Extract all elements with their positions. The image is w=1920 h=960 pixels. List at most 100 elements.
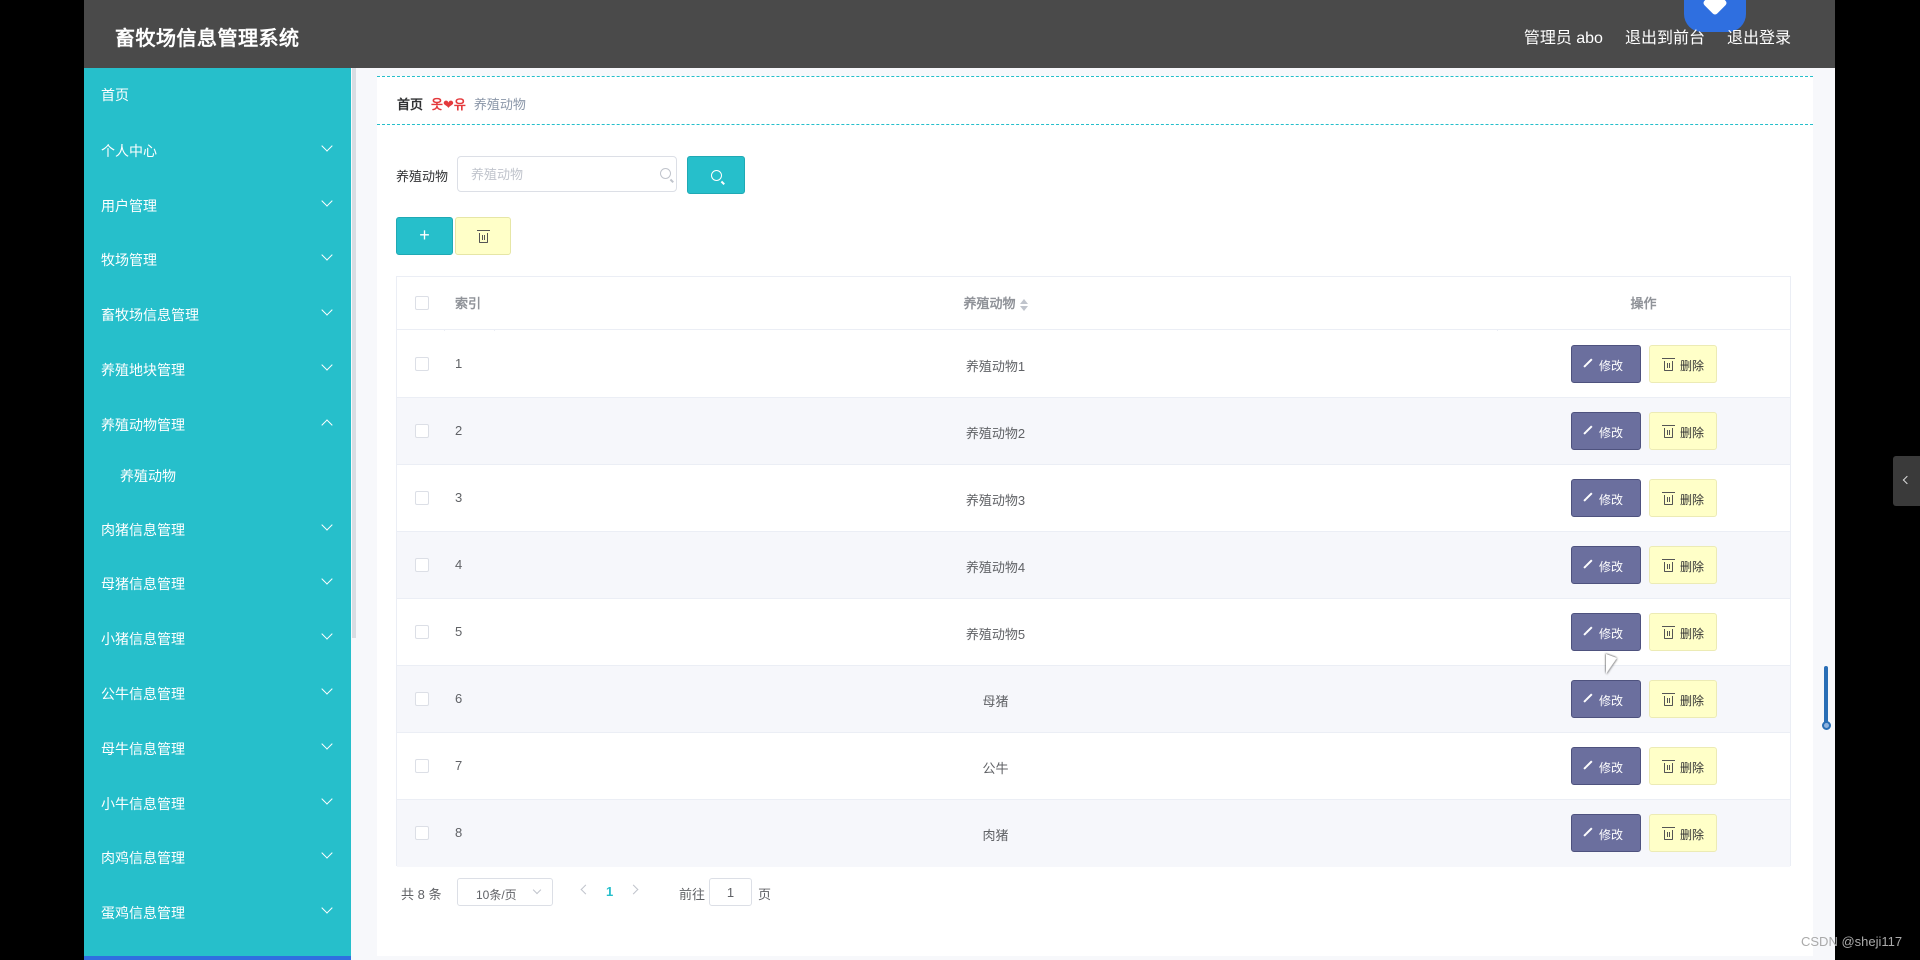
exit-to-front-link[interactable]: 退出到前台 <box>1625 24 1705 48</box>
batch-delete-button[interactable] <box>455 217 511 255</box>
edit-button[interactable]: 修改 <box>1571 613 1641 651</box>
sidebar-subitem-animals[interactable]: 养殖动物 <box>84 457 351 493</box>
delete-button[interactable]: 删除 <box>1649 680 1717 718</box>
edit-button[interactable]: 修改 <box>1571 479 1641 517</box>
cell-animal: 养殖动物2 <box>965 426 1026 441</box>
current-page-number[interactable]: 1 <box>606 884 613 899</box>
row-checkbox[interactable] <box>415 357 429 371</box>
cell-index: 8 <box>455 825 463 840</box>
edit-button[interactable]: 修改 <box>1571 345 1641 383</box>
sort-icon[interactable] <box>1019 298 1028 311</box>
delete-button[interactable]: 删除 <box>1649 412 1717 450</box>
trash-icon <box>1662 425 1675 438</box>
edit-button-label: 修改 <box>1599 761 1624 775</box>
app-title: 畜牧场信息管理系统 <box>115 28 300 50</box>
delete-button[interactable]: 删除 <box>1649 814 1717 852</box>
page-scrollbar-thumb[interactable] <box>1822 666 1831 732</box>
edit-button[interactable]: 修改 <box>1571 546 1641 584</box>
chevron-down-icon <box>321 359 333 371</box>
breadcrumb-home[interactable]: 首页 <box>397 94 423 113</box>
collapse-panel-tab[interactable] <box>1893 456 1920 506</box>
sidebar-item-meat-pig[interactable]: 肉猪信息管理 <box>84 509 351 549</box>
sidebar-item-bull[interactable]: 公牛信息管理 <box>84 673 351 713</box>
sidebar-scrollbar[interactable] <box>352 68 356 638</box>
header-actions: 操作 <box>1630 296 1657 311</box>
row-checkbox[interactable] <box>415 826 429 840</box>
sidebar-item-calf[interactable]: 小牛信息管理 <box>84 783 351 823</box>
header-animal[interactable]: 养殖动物 <box>494 277 1497 330</box>
trash-icon <box>1662 492 1675 505</box>
search-input[interactable] <box>457 156 677 192</box>
sidebar-item-cow[interactable]: 母牛信息管理 <box>84 728 351 768</box>
cell-animal: 肉猪 <box>982 828 1009 843</box>
edit-button[interactable]: 修改 <box>1571 680 1641 718</box>
pencil-icon <box>1585 626 1593 634</box>
next-page-icon[interactable] <box>628 884 639 895</box>
sidebar-item-animal-management[interactable]: 养殖动物管理 <box>84 404 351 444</box>
delete-button[interactable]: 删除 <box>1649 613 1717 651</box>
sidebar-item-personal-center[interactable]: 个人中心 <box>84 130 351 170</box>
sidebar-item-broiler[interactable]: 肉鸡信息管理 <box>84 837 351 877</box>
goto-page-input[interactable] <box>709 878 752 906</box>
pagination-total: 共 8 条 <box>401 887 442 902</box>
delete-button-label: 删除 <box>1680 359 1705 373</box>
sidebar-item-home[interactable]: 首页 <box>84 74 351 114</box>
select-all-checkbox[interactable] <box>415 296 429 310</box>
table-row: 7 公牛 修改 删除 <box>397 733 1790 800</box>
edit-button[interactable]: 修改 <box>1571 412 1641 450</box>
page-suffix-label: 页 <box>758 887 772 902</box>
pencil-icon <box>1585 693 1593 701</box>
edit-button-label: 修改 <box>1599 694 1624 708</box>
sidebar-item-piglet[interactable]: 小猪信息管理 <box>84 618 351 658</box>
sidebar-item-sow[interactable]: 母猪信息管理 <box>84 563 351 603</box>
sidebar-item-user-management[interactable]: 用户管理 <box>84 185 351 225</box>
pagination: 共 8 条 10条/页 1 前往 页 <box>396 878 996 906</box>
logout-link[interactable]: 退出登录 <box>1727 24 1791 48</box>
header-index: 索引 <box>455 296 482 311</box>
sidebar-item-farm-info-management[interactable]: 畜牧场信息管理 <box>84 294 351 334</box>
delete-button[interactable]: 删除 <box>1649 546 1717 584</box>
pencil-icon <box>1585 827 1593 835</box>
trash-icon <box>1662 559 1675 572</box>
data-table: 索引 养殖动物 操作 1 养殖动物1 修改 删除 2 养殖动物2 修改 删除 3… <box>396 276 1791 867</box>
edit-button[interactable]: 修改 <box>1571 814 1641 852</box>
delete-button[interactable]: 删除 <box>1649 345 1717 383</box>
trash-icon <box>1662 760 1675 773</box>
pencil-icon <box>1585 425 1593 433</box>
chevron-down-icon <box>321 683 333 695</box>
edit-button-label: 修改 <box>1599 828 1624 842</box>
delete-button[interactable]: 删除 <box>1649 479 1717 517</box>
sidebar-item-label: 母牛信息管理 <box>101 741 185 757</box>
cell-animal: 养殖动物4 <box>965 560 1026 575</box>
delete-button-label: 删除 <box>1680 560 1705 574</box>
page-size-value: 10条/页 <box>476 888 517 902</box>
scrollbar-handle-icon <box>1822 721 1831 730</box>
sidebar-item-label: 首页 <box>101 87 129 103</box>
search-button[interactable] <box>687 156 745 194</box>
goto-label: 前往 <box>679 887 706 902</box>
row-checkbox[interactable] <box>415 692 429 706</box>
sidebar-item-label: 养殖地块管理 <box>101 362 185 378</box>
sidebar: 首页 个人中心 用户管理 牧场管理 畜牧场信息管理 养殖地块管理 养殖动物管理 … <box>84 68 351 960</box>
row-checkbox[interactable] <box>415 424 429 438</box>
delete-button[interactable]: 删除 <box>1649 747 1717 785</box>
sidebar-item-label: 肉猪信息管理 <box>101 522 185 538</box>
sidebar-item-layer-hen[interactable]: 蛋鸡信息管理 <box>84 892 351 932</box>
prev-page-icon[interactable] <box>580 884 591 895</box>
row-checkbox[interactable] <box>415 625 429 639</box>
page-size-select[interactable]: 10条/页 <box>457 878 553 906</box>
edit-button[interactable]: 修改 <box>1571 747 1641 785</box>
chevron-down-icon <box>321 304 333 316</box>
row-checkbox[interactable] <box>415 759 429 773</box>
pencil-icon <box>1585 358 1593 366</box>
chevron-up-icon <box>321 419 333 431</box>
sidebar-item-plot-management[interactable]: 养殖地块管理 <box>84 349 351 389</box>
row-checkbox[interactable] <box>415 558 429 572</box>
sidebar-item-ranch-management[interactable]: 牧场管理 <box>84 239 351 279</box>
add-button[interactable]: + <box>396 217 453 255</box>
breadcrumb: 首页 옷❤유 养殖动物 <box>397 94 526 113</box>
search-label: 养殖动物 <box>396 169 449 184</box>
table-row: 8 肉猪 修改 删除 <box>397 800 1790 867</box>
cell-animal: 母猪 <box>982 694 1009 709</box>
row-checkbox[interactable] <box>415 491 429 505</box>
